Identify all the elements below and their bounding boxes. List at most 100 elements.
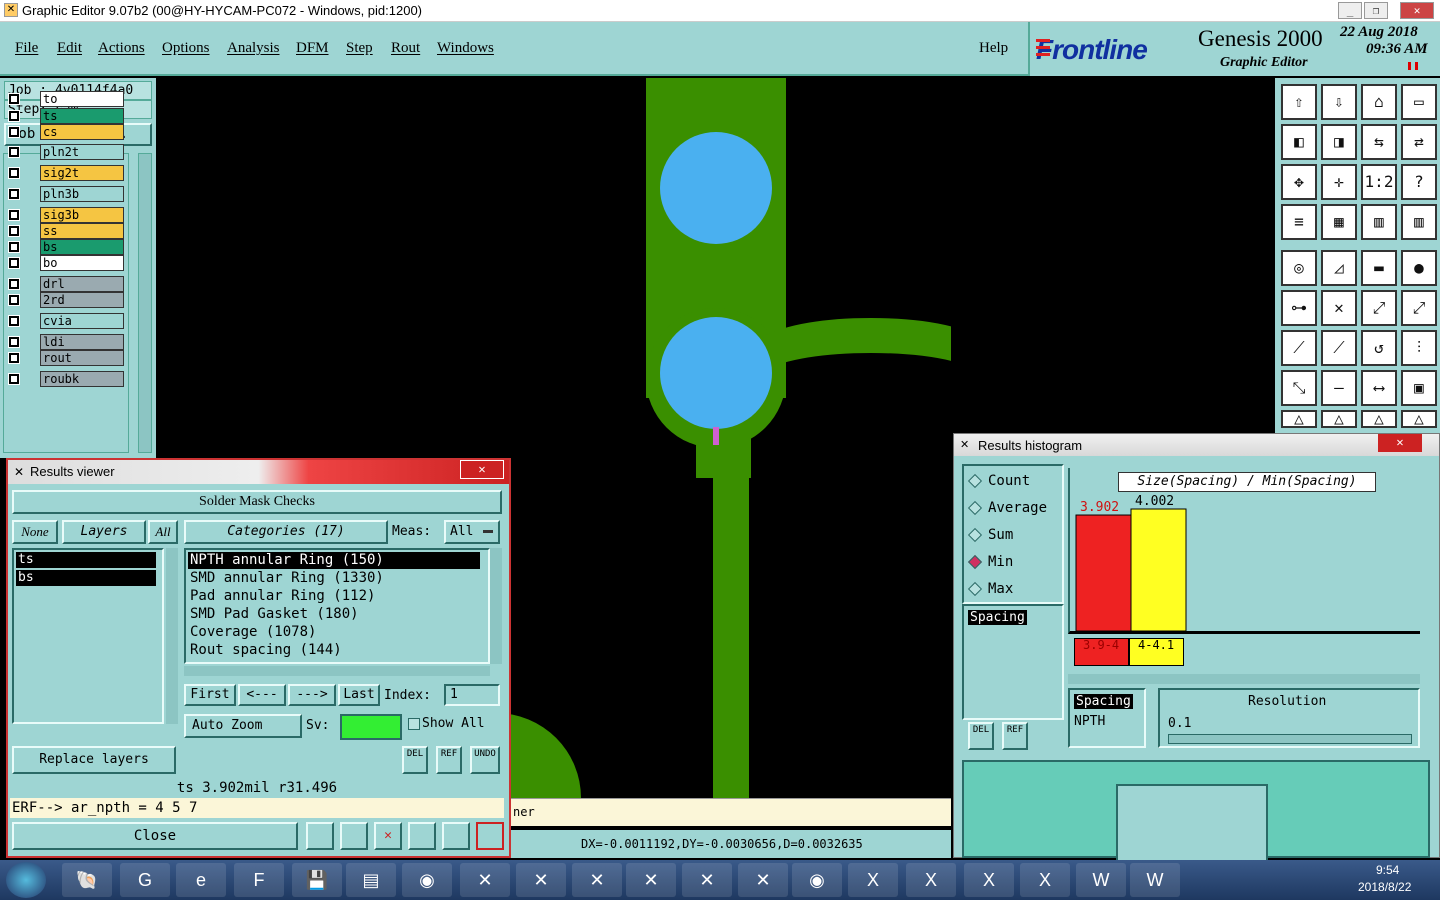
tool-icon-29[interactable]: ⤡ [1281, 370, 1317, 406]
option-max[interactable]: Max [967, 580, 1064, 600]
layer-label[interactable]: roubk [40, 371, 124, 387]
menu-analysis[interactable]: Analysis [227, 40, 280, 57]
all-button[interactable]: All [148, 520, 178, 544]
layer-checkbox[interactable] [8, 225, 20, 237]
categories-button[interactable]: Categories (17) [184, 520, 388, 544]
histo-del-button[interactable]: DEL [968, 722, 994, 750]
sv-color-select[interactable] [340, 714, 402, 740]
category-item[interactable]: SMD annular Ring (1330) [188, 570, 480, 587]
layer-label[interactable]: cs [40, 124, 124, 140]
layer-checkbox[interactable] [8, 315, 20, 327]
layer-checkbox[interactable] [8, 126, 20, 138]
menu-edit[interactable]: Edit [57, 40, 82, 57]
layer-row-pln2t[interactable]: pln2t [6, 144, 126, 160]
layer-checkbox[interactable] [8, 209, 20, 221]
genesis-task-5-icon[interactable]: ✕ [682, 863, 732, 897]
layer-row-bs[interactable]: bs [6, 239, 126, 255]
genesis-task-2-icon[interactable]: ✕ [516, 863, 566, 897]
histogram-bar[interactable] [1130, 508, 1187, 632]
category-item[interactable]: Rout spacing (144) [188, 642, 480, 659]
layer-label[interactable]: sig2t [40, 165, 124, 181]
tool-icon-3[interactable]: ⌂ [1361, 84, 1397, 120]
tool-icon-19[interactable]: ▬ [1361, 250, 1397, 286]
menu-file[interactable]: File [15, 40, 38, 57]
tool-icon-33[interactable]: △ [1281, 410, 1317, 428]
tool-icon-32[interactable]: ▣ [1401, 370, 1437, 406]
layer-label[interactable]: pln3b [40, 186, 124, 202]
option-count[interactable]: Count [967, 472, 1064, 492]
category-item[interactable]: Coverage (1078) [188, 624, 480, 641]
viewer-app-icon[interactable]: ◉ [792, 863, 842, 897]
auto-zoom-select[interactable]: Auto Zoom [184, 714, 302, 738]
tool-icon-35[interactable]: △ [1361, 410, 1397, 428]
tool-icon-9[interactable]: ✥ [1281, 164, 1317, 200]
layer-row-ts[interactable]: ts [6, 108, 126, 124]
layer-checkbox[interactable] [8, 352, 20, 364]
tool-icon-31[interactable]: ⟷ [1361, 370, 1397, 406]
layer-checkbox[interactable] [8, 188, 20, 200]
tool-icon-36[interactable]: △ [1401, 410, 1437, 428]
undo-button[interactable]: UNDO [470, 746, 500, 774]
del-button[interactable]: DEL [402, 746, 428, 774]
excel-task-2-icon[interactable]: X [906, 863, 956, 897]
layer-label[interactable]: ss [40, 223, 124, 239]
layer-label[interactable]: bo [40, 255, 124, 271]
tool-icon-5[interactable]: ◧ [1281, 124, 1317, 160]
erf-icon[interactable]: ✕ [374, 822, 402, 850]
radio-icon[interactable] [967, 581, 983, 597]
tool-icon-22[interactable]: ✕ [1321, 290, 1357, 326]
ref-button[interactable]: REF [436, 746, 462, 774]
word-task-1-icon[interactable]: W [1076, 863, 1126, 897]
genesis-task-3-icon[interactable]: ✕ [572, 863, 622, 897]
layer-row-pln3b[interactable]: pln3b [6, 186, 126, 202]
tool-icon-8[interactable]: ⇄ [1401, 124, 1437, 160]
tool-icon-20[interactable]: ● [1401, 250, 1437, 286]
layer-checkbox[interactable] [8, 257, 20, 269]
side-field-list[interactable]: Spacing NPTH [1068, 688, 1146, 748]
tool-icon-26[interactable]: ⟋ [1321, 330, 1357, 366]
layer-list-scrollbar[interactable] [138, 153, 152, 453]
layer-checkbox[interactable] [8, 167, 20, 179]
layer-row-bo[interactable]: bo [6, 255, 126, 271]
genesis-task-1-icon[interactable]: ✕ [460, 863, 510, 897]
g-app-icon[interactable]: G [120, 863, 170, 897]
layer-results-list[interactable]: ts bs [12, 548, 164, 724]
shell-app-icon[interactable]: 🐚 [62, 863, 112, 897]
tool-icon-28[interactable]: ⫶ [1401, 330, 1437, 366]
result-layer-item[interactable]: bs [16, 570, 156, 586]
tool-icon-25[interactable]: ⟋ [1281, 330, 1317, 366]
resolution-slider[interactable] [1168, 734, 1412, 744]
menu-help[interactable]: Help [979, 40, 1008, 57]
layer-label[interactable]: 2rd [40, 292, 124, 308]
excel-task-3-icon[interactable]: X [964, 863, 1014, 897]
scanner-app-icon[interactable]: ▤ [346, 863, 396, 897]
histogram-bar[interactable] [1075, 514, 1132, 632]
word-task-2-icon[interactable]: W [1130, 863, 1180, 897]
option-min[interactable]: Min [967, 553, 1064, 573]
swap-icon[interactable] [408, 822, 436, 850]
layer-label[interactable]: ts [40, 108, 124, 124]
tool-icon-2[interactable]: ⇩ [1321, 84, 1357, 120]
radio-icon[interactable] [967, 554, 983, 570]
category-item[interactable]: NPTH annular Ring (150) [188, 552, 480, 569]
layer-checkbox[interactable] [8, 373, 20, 385]
layer-label[interactable]: drl [40, 276, 124, 292]
radio-icon[interactable] [967, 500, 983, 516]
tool-icon-1[interactable]: ⇧ [1281, 84, 1317, 120]
menu-actions[interactable]: Actions [98, 40, 145, 57]
layer-checkbox[interactable] [8, 294, 20, 306]
prev-button[interactable]: <--- [238, 684, 286, 706]
eye-app-icon[interactable]: ◉ [402, 863, 452, 897]
tool-icon-10[interactable]: ✛ [1321, 164, 1357, 200]
layer-row-ss[interactable]: ss [6, 223, 126, 239]
results-close-x[interactable]: ✕ [460, 460, 504, 479]
ie-icon[interactable]: e [176, 863, 226, 897]
layer-row-ldi[interactable]: ldi [6, 334, 126, 350]
result-layer-item[interactable]: ts [16, 552, 156, 568]
menu-rout[interactable]: Rout [391, 40, 420, 57]
layer-row-drl[interactable]: drl [6, 276, 126, 292]
side-field-npth[interactable]: NPTH [1074, 714, 1105, 729]
tool-icon-24[interactable]: ⤢ [1401, 290, 1437, 326]
menu-options[interactable]: Options [162, 40, 210, 57]
report-icon[interactable] [306, 822, 334, 850]
